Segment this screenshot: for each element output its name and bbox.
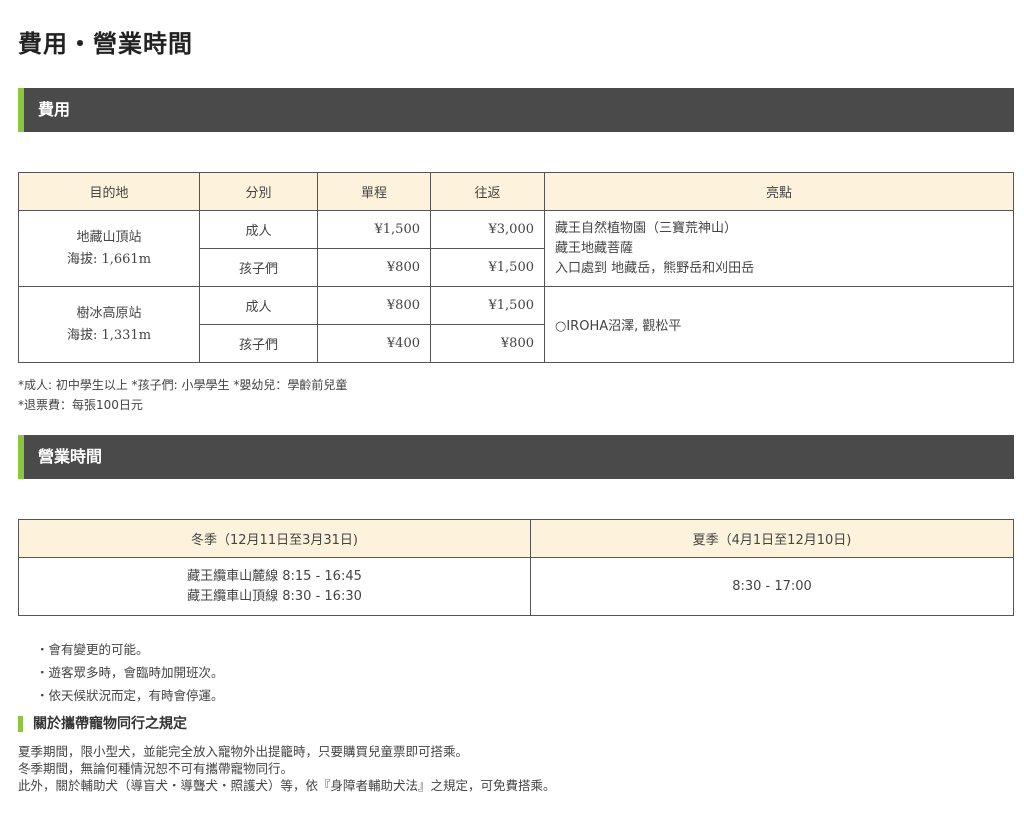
page-title: 費用・營業時間 (18, 29, 193, 58)
fare-one-way: ¥800 (317, 248, 431, 287)
fare-one-way: ¥800 (317, 286, 431, 325)
header-one-way: 單程 (317, 172, 431, 211)
fare-round-trip: ¥3,000 (430, 210, 545, 249)
summer-header: 夏季（4月1日至12月10日) (530, 519, 1014, 558)
highlight-item: 入口處到 地藏岳，熊野岳和刈田岳 (555, 260, 755, 276)
fare-one-way: ¥400 (317, 324, 431, 363)
highlights-cell: ○IROHA沼澤, 觀松平 (544, 286, 1014, 363)
fare-type: 成人 (199, 210, 318, 249)
table-row: 藏王纜車山麓線 8:15 - 16:45 藏王纜車山頂線 8:30 - 16:3… (18, 557, 1014, 616)
pet-policy-line: 冬季期間，無論何種情況恕不可有攜帶寵物同行。 (18, 761, 294, 776)
header-type: 分別 (199, 172, 318, 211)
summer-hours-cell: 8:30 - 17:00 (530, 557, 1014, 616)
winter-header: 冬季（12月11日至3月31日) (18, 519, 531, 558)
fee-note: *退票費：每張100日元 (18, 398, 143, 412)
table-row: 樹冰高原站 海拔: 1,331m 成人 ¥800 ¥1,500 ○IROHA沼澤… (18, 286, 1014, 363)
pet-policy-line: 此外，關於輔助犬（導盲犬・導聾犬・照護犬）等，依『身障者輔助犬法』之規定，可免費… (18, 778, 556, 793)
fare-one-way: ¥1,500 (317, 210, 431, 249)
pet-policy-line: 夏季期間，限小型犬，並能完全放入寵物外出提籠時，只要購買兒童票即可搭乘。 (18, 744, 469, 759)
highlights-cell: 藏王自然植物園（三寶荒神山） 藏王地藏菩薩 入口處到 地藏岳，熊野岳和刈田岳 (544, 210, 1014, 287)
list-item: ・會有變更的可能。 (36, 642, 149, 657)
fare-round-trip: ¥800 (430, 324, 545, 363)
table-row: 地藏山頂站 海拔: 1,661m 成人 ¥1,500 ¥3,000 藏王自然植物… (18, 210, 1014, 287)
pet-policy-body: 夏季期間，限小型犬，並能完全放入寵物外出提籠時，只要購買兒童票即可搭乘。 冬季期… (18, 743, 556, 794)
highlight-item: 藏王自然植物園（三寶荒神山） (555, 220, 738, 236)
fee-note: *成人: 初中學生以上 *孩子們: 小學學生 *嬰幼兒：學齡前兒童 (18, 378, 348, 392)
fare-type: 孩子們 (199, 324, 318, 363)
pet-policy-title: 關於攜帶寵物同行之規定 (18, 716, 187, 732)
list-item: ・遊客眾多時，會臨時加開班次。 (36, 665, 224, 680)
highlight-item: 藏王地藏菩薩 (555, 240, 634, 256)
winter-hours-line: 藏王纜車山麓線 8:15 - 16:45 (187, 568, 362, 584)
header-highlights: 亮點 (544, 172, 1014, 211)
station-cell: 樹冰高原站 海拔: 1,331m (18, 286, 200, 363)
station-name: 地藏山頂站 (76, 229, 142, 245)
fare-round-trip: ¥1,500 (430, 248, 545, 287)
hours-notes-list: ・會有變更的可能。 ・遊客眾多時，會臨時加開班次。 ・依天候狀況而定，有時會停運… (36, 638, 224, 707)
list-item: ・依天候狀況而定，有時會停運。 (36, 688, 224, 703)
hours-table: 冬季（12月11日至3月31日) 夏季（4月1日至12月10日) 藏王纜車山麓線… (18, 519, 1014, 616)
fare-round-trip: ¥1,500 (430, 286, 545, 325)
hours-section-header: 營業時間 (18, 435, 1014, 479)
fee-table: 目的地 分別 單程 往返 亮點 地藏山頂站 海拔: 1,661m 成人 ¥1,5… (18, 172, 1014, 363)
station-altitude: 海拔: 1,661m (66, 251, 152, 267)
fare-type: 成人 (199, 286, 318, 325)
station-name: 樹冰高原站 (76, 305, 142, 321)
hours-header-row: 冬季（12月11日至3月31日) 夏季（4月1日至12月10日) (18, 519, 1014, 558)
winter-hours-line: 藏王纜車山頂線 8:30 - 16:30 (187, 588, 362, 604)
header-round-trip: 往返 (430, 172, 545, 211)
header-destination: 目的地 (18, 172, 200, 211)
winter-hours-cell: 藏王纜車山麓線 8:15 - 16:45 藏王纜車山頂線 8:30 - 16:3… (18, 557, 531, 616)
fee-section-header: 費用 (18, 88, 1014, 132)
station-altitude: 海拔: 1,331m (66, 327, 152, 343)
station-cell: 地藏山頂站 海拔: 1,661m (18, 210, 200, 287)
highlight-item: ○IROHA沼澤, 觀松平 (555, 319, 682, 334)
fee-table-header-row: 目的地 分別 單程 往返 亮點 (18, 172, 1014, 211)
fare-type: 孩子們 (199, 248, 318, 287)
